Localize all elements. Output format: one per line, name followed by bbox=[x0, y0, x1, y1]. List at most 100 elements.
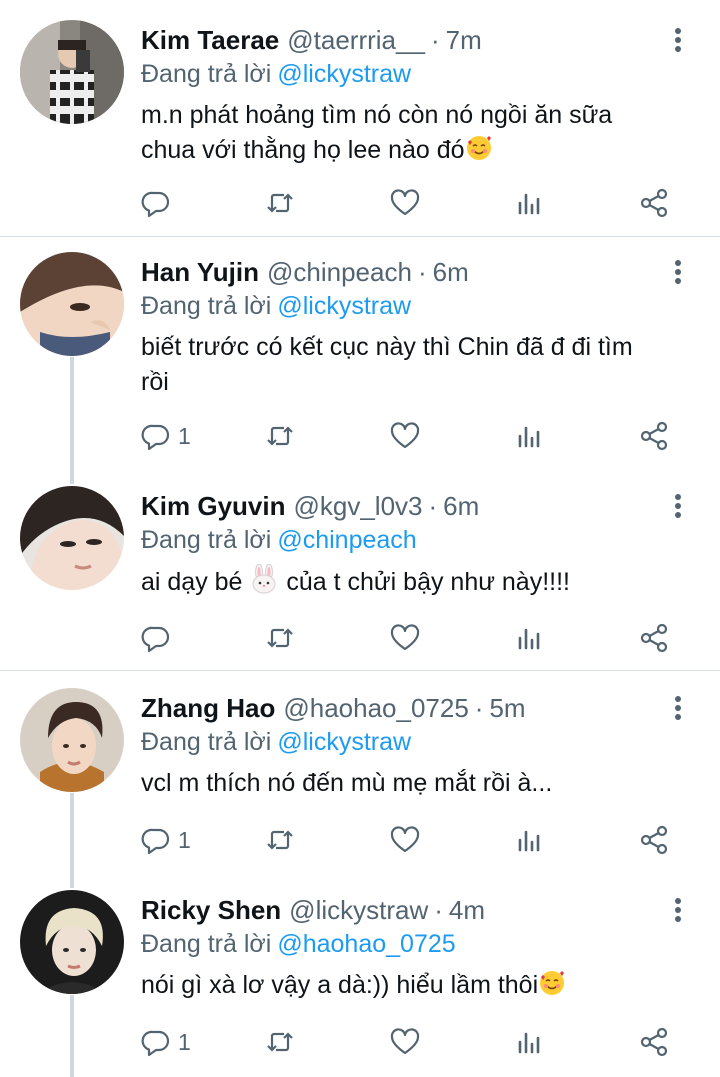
share-button[interactable] bbox=[638, 183, 670, 223]
retweet-icon bbox=[267, 1032, 293, 1052]
tweet-3[interactable]: Kim Gyuvin @kgv_l0v3 · 6m Đang trả lời @c… bbox=[0, 486, 720, 666]
more-options-icon[interactable] bbox=[664, 694, 692, 722]
user-handle[interactable]: @chinpeach bbox=[267, 257, 412, 288]
avatar[interactable] bbox=[20, 890, 124, 994]
reply-prefix: Đang trả lời bbox=[141, 728, 272, 756]
tweet-text-line: ai dạy bé của t chửi bậy như này!!!! bbox=[141, 564, 701, 600]
user-handle[interactable]: @taerrria__ bbox=[287, 25, 425, 56]
reply-button[interactable] bbox=[140, 618, 172, 658]
retweet-button[interactable] bbox=[264, 1022, 296, 1062]
tweet-5[interactable]: Ricky Shen @lickystraw · 4m Đang trả lời… bbox=[0, 890, 720, 1070]
reply-icon bbox=[141, 424, 170, 451]
reply-context: Đang trả lời @chinpeach bbox=[141, 526, 417, 555]
like-button[interactable] bbox=[389, 183, 421, 223]
retweet-icon bbox=[267, 426, 293, 446]
avatar[interactable] bbox=[20, 252, 124, 356]
separator-dot: · bbox=[430, 24, 440, 55]
heart-icon bbox=[390, 624, 420, 651]
retweet-button[interactable] bbox=[264, 183, 296, 223]
heart-icon bbox=[390, 826, 420, 853]
reply-button[interactable]: 1 bbox=[140, 1022, 191, 1062]
rabbit-face-icon bbox=[252, 564, 276, 594]
analytics-button[interactable] bbox=[514, 416, 546, 456]
user-handle[interactable]: @haohao_0725 bbox=[283, 693, 468, 724]
reply-context: Đang trả lời @lickystraw bbox=[141, 60, 411, 89]
reply-count: 1 bbox=[178, 1028, 191, 1055]
more-options-icon[interactable] bbox=[664, 258, 692, 286]
user-handle[interactable]: @lickystraw bbox=[289, 895, 428, 926]
timestamp[interactable]: 7m bbox=[446, 25, 482, 56]
timestamp[interactable]: 6m bbox=[443, 491, 479, 522]
analytics-icon bbox=[518, 628, 540, 650]
analytics-button[interactable] bbox=[514, 1022, 546, 1062]
retweet-icon bbox=[267, 193, 293, 213]
reply-context: Đang trả lời @haohao_0725 bbox=[141, 930, 456, 959]
share-button[interactable] bbox=[638, 618, 670, 658]
analytics-button[interactable] bbox=[514, 820, 546, 860]
more-options-icon[interactable] bbox=[664, 492, 692, 520]
reply-mention[interactable]: @haohao_0725 bbox=[277, 930, 455, 958]
tweet-4[interactable]: Zhang Hao @haohao_0725 · 5m Đang trả lời… bbox=[0, 688, 720, 868]
share-icon bbox=[640, 623, 668, 653]
tweet-text: vcl m thích nó đến mù mẹ mắt rồi à... bbox=[141, 766, 701, 801]
retweet-button[interactable] bbox=[264, 416, 296, 456]
display-name[interactable]: Zhang Hao bbox=[141, 693, 275, 724]
analytics-icon bbox=[518, 830, 540, 852]
analytics-button[interactable] bbox=[514, 183, 546, 223]
more-options-icon[interactable] bbox=[664, 26, 692, 54]
reply-context: Đang trả lời @lickystraw bbox=[141, 728, 411, 757]
timestamp[interactable]: 5m bbox=[489, 693, 525, 724]
tweet-1[interactable]: Kim Taerae @taerrria__ · 7m Đang trả lời… bbox=[0, 20, 720, 235]
tweet-text: m.n phát hoảng tìm nó còn nó ngồi ăn sữa… bbox=[141, 98, 701, 168]
reply-icon bbox=[141, 1030, 170, 1057]
heart-icon bbox=[390, 189, 420, 216]
share-icon bbox=[640, 421, 668, 451]
reply-icon bbox=[141, 828, 170, 855]
tweet-text-line: rồi bbox=[141, 368, 169, 396]
avatar[interactable] bbox=[20, 20, 124, 124]
more-options-icon[interactable] bbox=[664, 896, 692, 924]
reply-mention[interactable]: @lickystraw bbox=[277, 60, 411, 88]
analytics-button[interactable] bbox=[514, 618, 546, 658]
retweet-button[interactable] bbox=[264, 618, 296, 658]
like-button[interactable] bbox=[389, 416, 421, 456]
tweet-text-line: chua với thằng họ lee nào đó bbox=[141, 133, 701, 168]
display-name[interactable]: Kim Gyuvin bbox=[141, 491, 285, 522]
display-name[interactable]: Ricky Shen bbox=[141, 895, 281, 926]
retweet-button[interactable] bbox=[264, 820, 296, 860]
separator-dot: · bbox=[434, 894, 443, 925]
reply-button[interactable]: 1 bbox=[140, 416, 191, 456]
separator-dot: · bbox=[474, 692, 484, 723]
tweet-text-line: m.n phát hoảng tìm nó còn nó ngồi ăn sữa bbox=[141, 101, 613, 129]
retweet-icon bbox=[267, 830, 293, 850]
heart-icon bbox=[390, 422, 420, 449]
share-button[interactable] bbox=[638, 1022, 670, 1062]
analytics-icon bbox=[518, 193, 540, 215]
avatar[interactable] bbox=[20, 486, 124, 590]
reply-button[interactable] bbox=[140, 183, 172, 223]
avatar[interactable] bbox=[20, 688, 124, 792]
reply-mention[interactable]: @chinpeach bbox=[277, 526, 416, 554]
tweet-2[interactable]: Han Yujin @chinpeach · 6m Đang trả lời @l… bbox=[0, 252, 720, 462]
like-button[interactable] bbox=[389, 618, 421, 658]
reply-icon bbox=[141, 191, 170, 218]
user-handle[interactable]: @kgv_l0v3 bbox=[293, 491, 422, 522]
reply-mention[interactable]: @lickystraw bbox=[277, 728, 411, 756]
separator-dot: · bbox=[417, 256, 427, 287]
timestamp[interactable]: 4m bbox=[449, 895, 485, 926]
timestamp[interactable]: 6m bbox=[433, 257, 469, 288]
share-icon bbox=[640, 188, 668, 218]
like-button[interactable] bbox=[389, 820, 421, 860]
like-button[interactable] bbox=[389, 1022, 421, 1062]
display-name[interactable]: Han Yujin bbox=[141, 257, 259, 288]
reply-context: Đang trả lời @lickystraw bbox=[141, 292, 411, 321]
share-icon bbox=[640, 825, 668, 855]
reply-button[interactable]: 1 bbox=[140, 820, 191, 860]
reply-mention[interactable]: @lickystraw bbox=[277, 292, 411, 320]
reply-prefix: Đang trả lời bbox=[141, 60, 272, 88]
share-button[interactable] bbox=[638, 416, 670, 456]
display-name[interactable]: Kim Taerae bbox=[141, 25, 279, 56]
reply-prefix: Đang trả lời bbox=[141, 930, 272, 958]
share-button[interactable] bbox=[638, 820, 670, 860]
tweet-text: biết trước có kết cục này thì Chin đã đ … bbox=[141, 330, 701, 400]
